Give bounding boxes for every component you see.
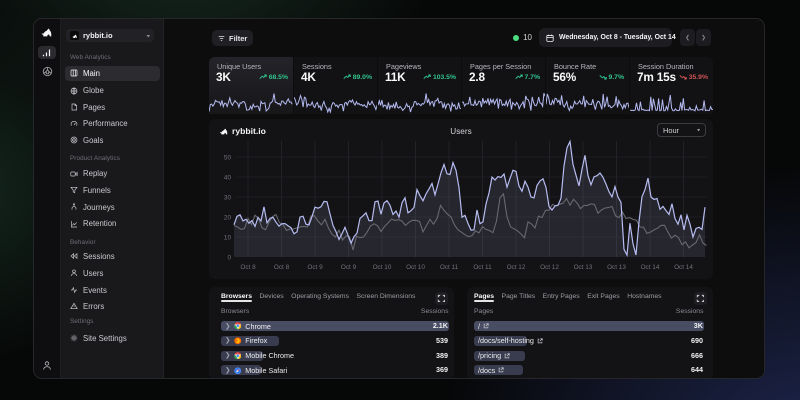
svg-text:Oct 11: Oct 11 [440,264,459,271]
svg-text:Oct 8: Oct 8 [274,264,290,271]
svg-text:Oct 14: Oct 14 [641,264,660,271]
svg-text:Oct 10: Oct 10 [373,264,392,271]
svg-text:Oct 8: Oct 8 [240,264,256,271]
svg-text:Oct 14: Oct 14 [674,264,693,271]
svg-text:30: 30 [224,195,232,202]
svg-text:Oct 13: Oct 13 [574,264,593,271]
svg-text:Oct 13: Oct 13 [607,264,626,271]
svg-text:10: 10 [224,235,232,242]
svg-text:Oct 9: Oct 9 [307,264,323,271]
svg-text:Oct 12: Oct 12 [507,264,526,271]
svg-text:Oct 11: Oct 11 [473,264,492,271]
svg-text:Oct 10: Oct 10 [406,264,425,271]
svg-text:20: 20 [224,215,232,222]
svg-text:50: 50 [224,155,232,162]
svg-text:Oct 9: Oct 9 [341,264,357,271]
svg-text:0: 0 [227,255,231,262]
svg-text:40: 40 [224,175,232,182]
svg-text:Oct 12: Oct 12 [540,264,559,271]
